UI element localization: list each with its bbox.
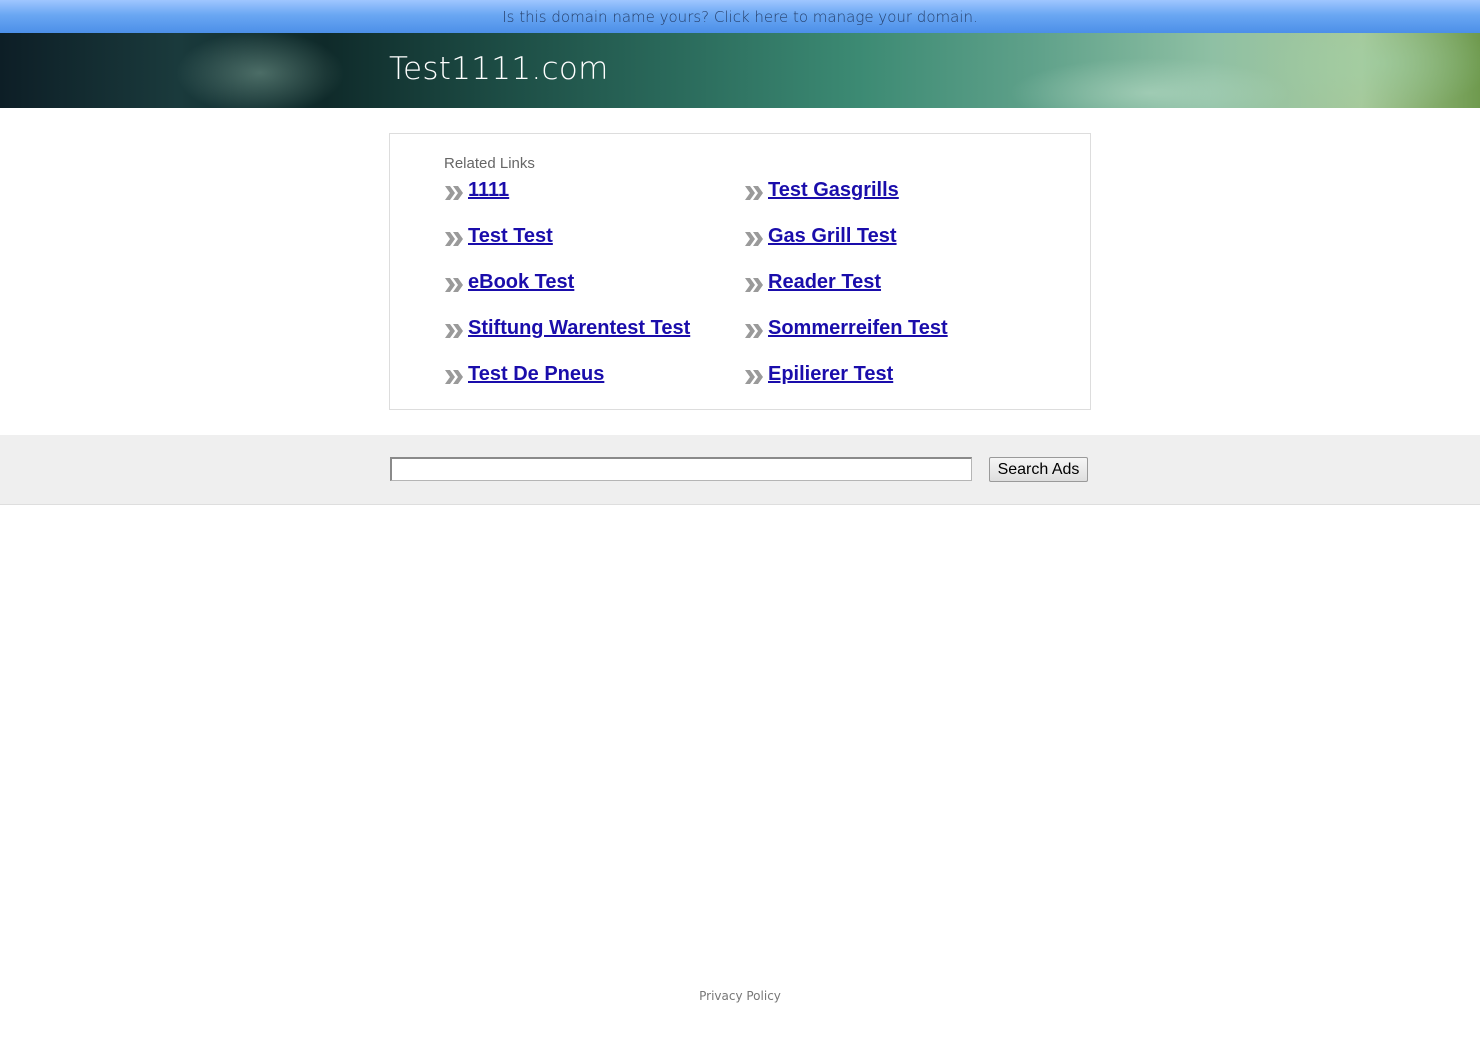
- related-link-item[interactable]: 1111: [444, 177, 509, 203]
- double-chevron-right-icon: [745, 324, 763, 338]
- site-title: Test1111.com: [389, 51, 609, 87]
- related-link-item[interactable]: Reader Test: [744, 269, 881, 295]
- related-link-item[interactable]: Stiftung Warentest Test: [444, 315, 690, 341]
- header-banner: Test1111.com: [0, 33, 1480, 108]
- related-link-item[interactable]: Epilierer Test: [744, 361, 893, 387]
- domain-manage-bar: Is this domain name yours? Click here to…: [0, 0, 1480, 33]
- double-chevron-right-icon: [445, 370, 463, 384]
- related-link[interactable]: Sommerreifen Test: [768, 317, 948, 340]
- double-chevron-right-icon: [445, 186, 463, 200]
- double-chevron-right-icon: [745, 370, 763, 384]
- related-link-item[interactable]: Gas Grill Test: [744, 223, 897, 249]
- related-links-panel: Related Links 1111 Test Test eBook Test …: [389, 133, 1091, 410]
- related-link[interactable]: Test De Pneus: [468, 363, 604, 386]
- related-link-item[interactable]: eBook Test: [444, 269, 574, 295]
- search-input[interactable]: [390, 457, 972, 481]
- related-link-item[interactable]: Test De Pneus: [444, 361, 604, 387]
- search-ads-button[interactable]: Search Ads: [989, 457, 1088, 482]
- manage-domain-link[interactable]: Is this domain name yours? Click here to…: [502, 8, 978, 26]
- related-link[interactable]: Test Test: [468, 225, 553, 248]
- double-chevron-right-icon: [445, 278, 463, 292]
- related-link[interactable]: eBook Test: [468, 271, 574, 294]
- related-link[interactable]: Epilierer Test: [768, 363, 893, 386]
- double-chevron-right-icon: [445, 232, 463, 246]
- related-link[interactable]: Stiftung Warentest Test: [468, 317, 690, 340]
- related-link[interactable]: Reader Test: [768, 271, 881, 294]
- related-link-item[interactable]: Sommerreifen Test: [744, 315, 948, 341]
- footer: Privacy Policy: [0, 985, 1480, 1004]
- double-chevron-right-icon: [745, 186, 763, 200]
- privacy-policy-link[interactable]: Privacy Policy: [699, 989, 781, 1003]
- double-chevron-right-icon: [745, 278, 763, 292]
- double-chevron-right-icon: [445, 324, 463, 338]
- double-chevron-right-icon: [745, 232, 763, 246]
- related-link[interactable]: Gas Grill Test: [768, 225, 897, 248]
- search-bar-area: Search Ads: [0, 435, 1480, 505]
- related-link-item[interactable]: Test Test: [444, 223, 553, 249]
- related-links-heading: Related Links: [444, 155, 535, 172]
- related-link-item[interactable]: Test Gasgrills: [744, 177, 899, 203]
- related-link[interactable]: Test Gasgrills: [768, 179, 899, 202]
- related-link[interactable]: 1111: [468, 179, 509, 202]
